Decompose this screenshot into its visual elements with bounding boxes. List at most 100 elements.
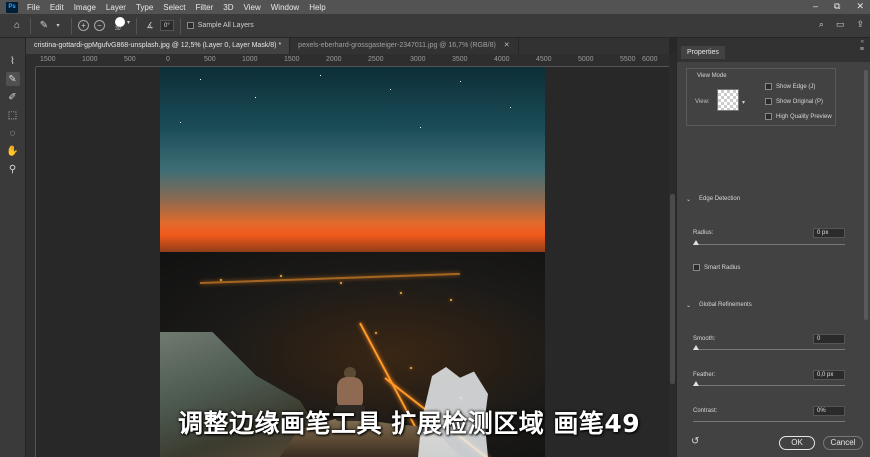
menu-view[interactable]: View	[239, 3, 266, 12]
show-original-checkbox[interactable]	[765, 98, 772, 105]
canvas-scrollbar[interactable]	[669, 54, 676, 457]
smooth-label: Smooth:	[693, 336, 716, 342]
ruler-tick: 2000	[326, 56, 342, 63]
properties-tabbar: « Properties ≡	[677, 38, 870, 62]
refine-brush-tool-icon[interactable]: ✎	[37, 19, 51, 33]
reset-icon[interactable]: ↺	[691, 436, 699, 447]
menu-bar: Ps File Edit Image Layer Type Select Fil…	[0, 0, 870, 14]
add-to-selection-icon[interactable]: +	[78, 20, 89, 31]
share-icon[interactable]: ⇪	[856, 19, 864, 30]
chevron-down-icon[interactable]: ▾	[51, 19, 65, 33]
star	[180, 122, 181, 123]
smart-radius-option[interactable]: Smart Radius	[693, 264, 740, 271]
menu-type[interactable]: Type	[131, 3, 158, 12]
ruler-tick: 6000	[642, 56, 658, 63]
radius-slider-thumb[interactable]	[693, 240, 699, 245]
refine-edge-brush-tool-icon[interactable]: ✎	[5, 72, 20, 86]
contrast-slider[interactable]	[693, 421, 845, 422]
star	[420, 127, 421, 128]
feather-input[interactable]: 0,0 px	[813, 370, 845, 380]
global-refinements-header[interactable]: ⌄ Global Refinements	[686, 302, 752, 309]
panel-menu-icon[interactable]: ≡	[860, 46, 864, 53]
ruler-corner	[26, 54, 36, 67]
zoom-tool-icon[interactable]: ⚲	[6, 162, 20, 176]
divider	[30, 17, 31, 34]
subtract-from-selection-icon[interactable]: −	[94, 20, 105, 31]
minimize-icon[interactable]: –	[813, 1, 818, 12]
feather-slider-thumb[interactable]	[693, 381, 699, 386]
menu-image[interactable]: Image	[69, 3, 101, 12]
ruler-tick: 500	[124, 56, 136, 63]
menu-file[interactable]: File	[22, 3, 45, 12]
menu-3d[interactable]: 3D	[218, 3, 238, 12]
show-original-option[interactable]: Show Original (P)	[765, 98, 823, 105]
city-light	[375, 332, 377, 334]
radius-input[interactable]: 0 px	[813, 228, 845, 238]
brush-tool-icon[interactable]: ✐	[6, 90, 20, 104]
close-tab-icon[interactable]: ✕	[504, 42, 510, 49]
high-quality-preview-checkbox[interactable]	[765, 113, 772, 120]
menu-select[interactable]: Select	[158, 3, 190, 12]
chevron-down-icon[interactable]: ▾	[742, 99, 745, 106]
cancel-button[interactable]: Cancel	[823, 436, 863, 450]
feather-slider[interactable]	[693, 385, 845, 386]
ruler-tick: 5000	[578, 56, 594, 63]
lasso-tool-icon[interactable]: ◌	[6, 126, 20, 140]
sample-all-layers-checkbox[interactable]	[186, 22, 194, 29]
tab-document-2[interactable]: pexels-eberhard-grossgasteiger-2347011.j…	[290, 38, 519, 54]
options-right-group: ⌕ ▭ ⇪	[819, 19, 864, 30]
ok-button[interactable]: OK	[779, 436, 815, 450]
object-selection-tool-icon[interactable]: ⬚	[6, 108, 20, 122]
high-quality-preview-option[interactable]: High Quality Preview	[765, 113, 832, 120]
ruler-tick: 2500	[368, 56, 384, 63]
properties-tab[interactable]: Properties	[681, 46, 725, 59]
menu-edit[interactable]: Edit	[45, 3, 69, 12]
smooth-slider[interactable]	[693, 349, 845, 350]
angle-icon: ∡	[146, 21, 154, 30]
menu-help[interactable]: Help	[304, 3, 330, 12]
edge-detection-header[interactable]: ⌄ Edge Detection	[686, 196, 740, 203]
document-image[interactable]	[160, 67, 545, 457]
show-edge-checkbox[interactable]	[765, 83, 772, 90]
document-tabs: cristina-gottardi-gpMgufvG868-unsplash.j…	[26, 38, 669, 54]
home-icon[interactable]: ⌂	[10, 19, 24, 33]
workspace-icon[interactable]: ▭	[836, 19, 845, 30]
hand-tool-icon[interactable]: ✋	[6, 144, 20, 158]
menu-filter[interactable]: Filter	[191, 3, 219, 12]
divider	[71, 17, 72, 34]
menu-layer[interactable]: Layer	[101, 3, 131, 12]
radius-slider[interactable]	[693, 244, 845, 245]
quick-selection-tool-icon[interactable]: ⌇	[6, 54, 20, 68]
tab-document-1[interactable]: cristina-gottardi-gpMgufvG868-unsplash.j…	[26, 38, 291, 54]
smart-radius-checkbox[interactable]	[693, 264, 700, 271]
restore-icon[interactable]: ⧉	[834, 1, 840, 12]
panel-scrollbar[interactable]	[864, 70, 868, 320]
ruler-tick: 1500	[40, 56, 56, 63]
vertical-ruler	[26, 67, 36, 457]
menu-window[interactable]: Window	[266, 3, 304, 12]
ruler-tick: 3500	[452, 56, 468, 63]
brush-size-picker[interactable]: 30 ▾	[115, 16, 130, 36]
scrollbar-thumb[interactable]	[670, 194, 675, 384]
city-light	[450, 299, 452, 301]
collapse-panel-icon[interactable]: «	[861, 39, 864, 45]
contrast-label: Contrast:	[693, 408, 718, 414]
search-icon[interactable]: ⌕	[819, 19, 824, 30]
star	[320, 75, 321, 76]
star	[200, 79, 201, 80]
show-edge-option[interactable]: Show Edge (J)	[765, 83, 815, 90]
tools-panel: ⌇ ✎ ✐ ⬚ ◌ ✋ ⚲	[0, 38, 26, 457]
ruler-tick: 1000	[82, 56, 98, 63]
close-icon[interactable]: ✕	[856, 1, 864, 12]
view-mode-section: View Mode View: ▾ Show Edge (J) Show Ori…	[686, 68, 836, 126]
radius-label: Radius:	[693, 230, 714, 236]
sample-all-layers-label: Sample All Layers	[197, 22, 254, 29]
smooth-input[interactable]: 0	[813, 334, 845, 344]
divider	[179, 17, 181, 34]
options-bar: ⌂ ✎ ▾ + − 30 ▾ ∡ 0° Sample All Layers ⌕ …	[0, 14, 870, 38]
smooth-slider-thumb[interactable]	[693, 345, 699, 350]
show-edge-label: Show Edge (J)	[776, 83, 816, 90]
angle-input[interactable]: 0°	[160, 20, 174, 31]
contrast-input[interactable]: 0%	[813, 406, 845, 416]
view-mode-thumbnail[interactable]	[717, 89, 739, 111]
